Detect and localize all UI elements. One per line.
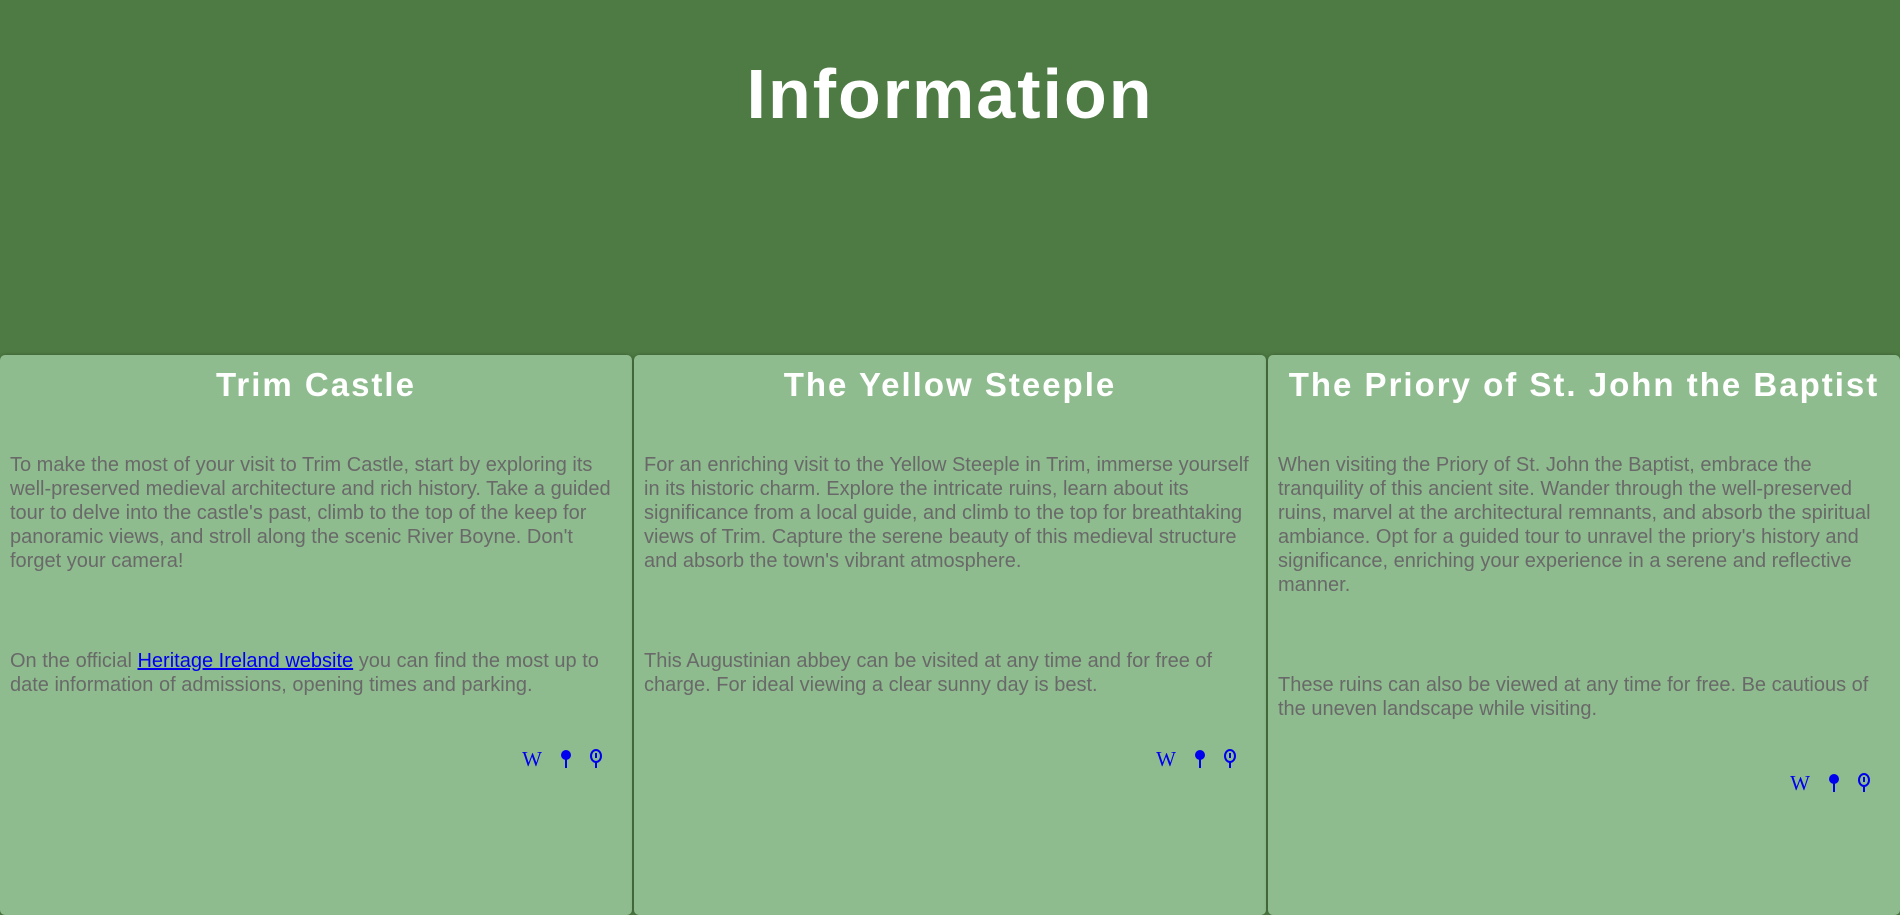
card-title: The Yellow Steeple <box>783 366 1117 403</box>
map-pin-icon[interactable] <box>1828 771 1840 795</box>
heritage-ireland-link[interactable]: Heritage Ireland website <box>137 650 353 672</box>
card-title: Trim Castle <box>216 366 416 403</box>
card-links: W <box>10 747 622 771</box>
card-visitor-info: This Augustinian abbey can be visited at… <box>644 650 1213 696</box>
card-description: When visiting the Priory of St. John the… <box>1278 454 1871 596</box>
wikipedia-icon[interactable]: W <box>1156 747 1176 771</box>
card-title: The Priory of St. John the Baptist <box>1288 366 1880 403</box>
wikipedia-icon[interactable]: W <box>522 747 542 771</box>
card-trim-castle: Trim Castle To make the most of your vis… <box>0 355 632 915</box>
balloon-pin-icon[interactable] <box>1224 747 1236 771</box>
card-description: To make the most of your visit to Trim C… <box>10 454 611 572</box>
card-links: W <box>644 747 1256 771</box>
map-pin-icon[interactable] <box>1194 747 1206 771</box>
card-priory-st-john: The Priory of St. John the Baptist When … <box>1268 355 1900 915</box>
card-description: For an enriching visit to the Yellow Ste… <box>644 454 1249 572</box>
card-visitor-info: These ruins can also be viewed at any ti… <box>1278 674 1869 720</box>
balloon-pin-icon[interactable] <box>590 747 602 771</box>
page-title: Information <box>746 55 1154 133</box>
wikipedia-icon[interactable]: W <box>1790 771 1810 795</box>
cards-container: Trim Castle To make the most of your vis… <box>0 355 1900 915</box>
visitor-info-text: On the official <box>10 650 138 672</box>
header-banner: Information <box>0 0 1900 355</box>
card-yellow-steeple: The Yellow Steeple For an enriching visi… <box>634 355 1266 915</box>
card-links: W <box>1278 771 1890 795</box>
balloon-pin-icon[interactable] <box>1858 771 1870 795</box>
map-pin-icon[interactable] <box>560 747 572 771</box>
card-visitor-info: On the official Heritage Ireland website… <box>10 649 622 697</box>
